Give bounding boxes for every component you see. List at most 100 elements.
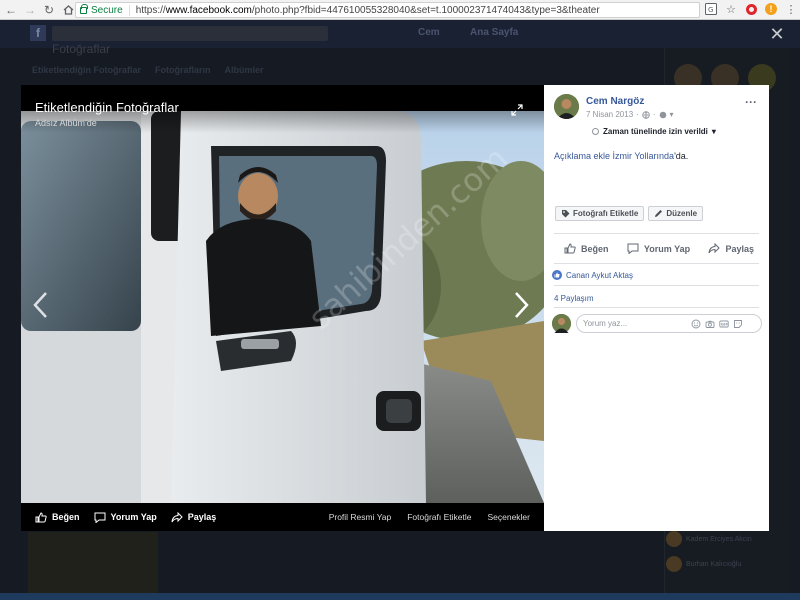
opera-icon[interactable] [744,2,758,16]
album-link[interactable]: Adsız Albüm'de [35,118,97,128]
translate-icon[interactable]: G [704,2,718,16]
like-label: Beğen [52,512,80,522]
audience-icon[interactable] [659,111,667,119]
tab-your-photos: Fotoğrafların [155,65,211,75]
tag-photo-button[interactable]: Fotoğrafı Etiketle [555,206,645,221]
friend-row: Kadem Erciyes Akcin [666,531,752,547]
browser-toolbar: ← → ↻ Secure https://www.facebook.com/ph… [0,0,800,20]
friend-name: Kadem Erciyes Akcin [686,535,752,543]
tab-tagged-photos: Etiketlendiğin Fotoğraflar [32,65,142,75]
home-icon[interactable] [60,2,76,18]
share-label: Paylaş [187,512,217,522]
post-meta: 7 Nisan 2013 · · ▾ [586,110,674,119]
author-name[interactable]: Cem Nargöz [586,96,644,107]
url-text[interactable]: https://www.facebook.com/photo.php?fbid=… [130,5,600,16]
secure-label: Secure [91,4,123,16]
post-date[interactable]: 7 Nisan 2013 [586,110,633,119]
facebook-search-input [52,26,328,41]
divider [554,307,759,308]
comment-button[interactable]: Yorum Yap [94,512,157,523]
caption-suffix: 'da. [674,151,689,161]
panel-like-button[interactable]: Beğen [564,243,609,254]
url-host: www.facebook.com [165,4,252,16]
home-link: Ana Sayfa [470,27,519,38]
warning-icon[interactable]: ! [764,2,778,16]
edit-button[interactable]: Düzenle [648,206,704,221]
photo-image: sahibinden.com [21,111,544,503]
panel-comment-button[interactable]: Yorum Yap [627,243,690,254]
divider [554,233,759,234]
radio-icon [592,128,599,135]
more-options-icon[interactable]: ··· [745,95,757,109]
divider [554,285,759,286]
tag-photo-label: Fotoğrafı Etiketle [573,209,639,218]
tag-icon [562,210,570,218]
star-icon[interactable]: ☆ [724,2,738,16]
facebook-logo: f [30,25,46,41]
friend-row: Burhan Kalıcıoğlu [666,556,741,572]
forward-icon[interactable]: → [22,2,38,18]
like-reaction-icon [552,270,562,280]
address-bar[interactable]: Secure https://www.facebook.com/photo.ph… [75,2,700,18]
sticker-icon[interactable] [733,319,743,329]
comment-icon [627,243,639,254]
photo-tabs: Etiketlendiğin Fotoğraflar Fotoğrafların… [32,65,264,75]
edit-label: Düzenle [666,209,698,218]
tab-albums: Albümler [224,65,264,75]
divider [554,263,759,264]
expand-icon[interactable] [511,104,523,116]
close-icon[interactable]: ✕ [768,25,786,43]
avatar [552,314,571,333]
tag-photo-link[interactable]: Fotoğrafı Etiketle [407,512,471,522]
chevron-down-icon[interactable]: ▾ [670,110,674,119]
panel-share-button[interactable]: Paylaş [708,243,754,254]
comment-icon [94,512,106,523]
photo-viewer: sahibinden.com Etiketlendiğin Fotoğrafla… [21,85,544,531]
reload-icon[interactable]: ↻ [41,2,57,18]
like-icon [35,511,47,522]
shares-count[interactable]: 4 Paylaşım [554,294,594,303]
photo-action-bar: Beğen Yorum Yap Paylaş Profil Resmi Yap … [21,503,544,531]
comment-box[interactable]: GIF [576,314,762,333]
like-button[interactable]: Beğen [35,511,80,523]
photo-set-title[interactable]: Etiketlendiğin Fotoğraflar [35,100,179,115]
camera-icon[interactable] [705,319,715,329]
like-icon [564,243,576,254]
url-path: /photo.php?fbid=447610055328040&set=t.10… [251,4,600,16]
menu-icon[interactable]: ⋮ [784,2,798,16]
avatar [666,556,682,572]
make-profile-picture-link[interactable]: Profil Resmi Yap [329,512,392,522]
timeline-privacy[interactable]: Zaman tünelinde izin verildi ▾ [592,127,716,136]
friend-name: Burhan Kalıcıoğlu [686,560,742,568]
share-button[interactable]: Paylaş [171,511,217,523]
chevron-left-icon[interactable] [31,290,51,320]
comment-input[interactable] [577,319,687,328]
browser-extensions: G ☆ ! ⋮ [704,2,798,16]
dot-separator: · [636,110,639,119]
photo-thumbnail [28,532,158,600]
globe-icon[interactable] [642,110,650,119]
dot-separator: · [652,110,656,119]
url-scheme: https:// [135,4,166,16]
photo-caption: Açıklama ekle İzmir Yollarında'da. [554,151,688,161]
add-caption-link[interactable]: Açıklama ekle [554,151,613,161]
likes-summary[interactable]: Canan Aykut Aktaş [552,270,633,280]
back-icon[interactable]: ← [3,2,19,18]
location-link[interactable]: İzmir Yollarında [613,151,675,161]
chevron-right-icon[interactable] [511,290,531,320]
os-taskbar [0,593,800,600]
profile-link: Cem [418,27,440,38]
chevron-down-icon: ▾ [711,127,716,136]
privacy-label: Zaman tünelinde izin verildi [603,127,708,136]
photo-info-panel: Cem Nargöz 7 Nisan 2013 · · ▾ ··· Zaman … [544,85,769,531]
share-icon [708,243,721,254]
avatar[interactable] [554,94,579,119]
options-link[interactable]: Seçenekler [487,512,530,522]
panel-comment-label: Yorum Yap [643,243,691,254]
gif-icon[interactable]: GIF [719,319,729,329]
liked-by-name: Canan Aykut Aktaş [566,270,634,280]
emoji-icon[interactable] [691,319,701,329]
secure-indicator[interactable]: Secure [76,3,130,16]
comment-tools: GIF [691,319,743,329]
photo-edit-actions: Fotoğrafı Etiketle Düzenle [555,206,704,221]
